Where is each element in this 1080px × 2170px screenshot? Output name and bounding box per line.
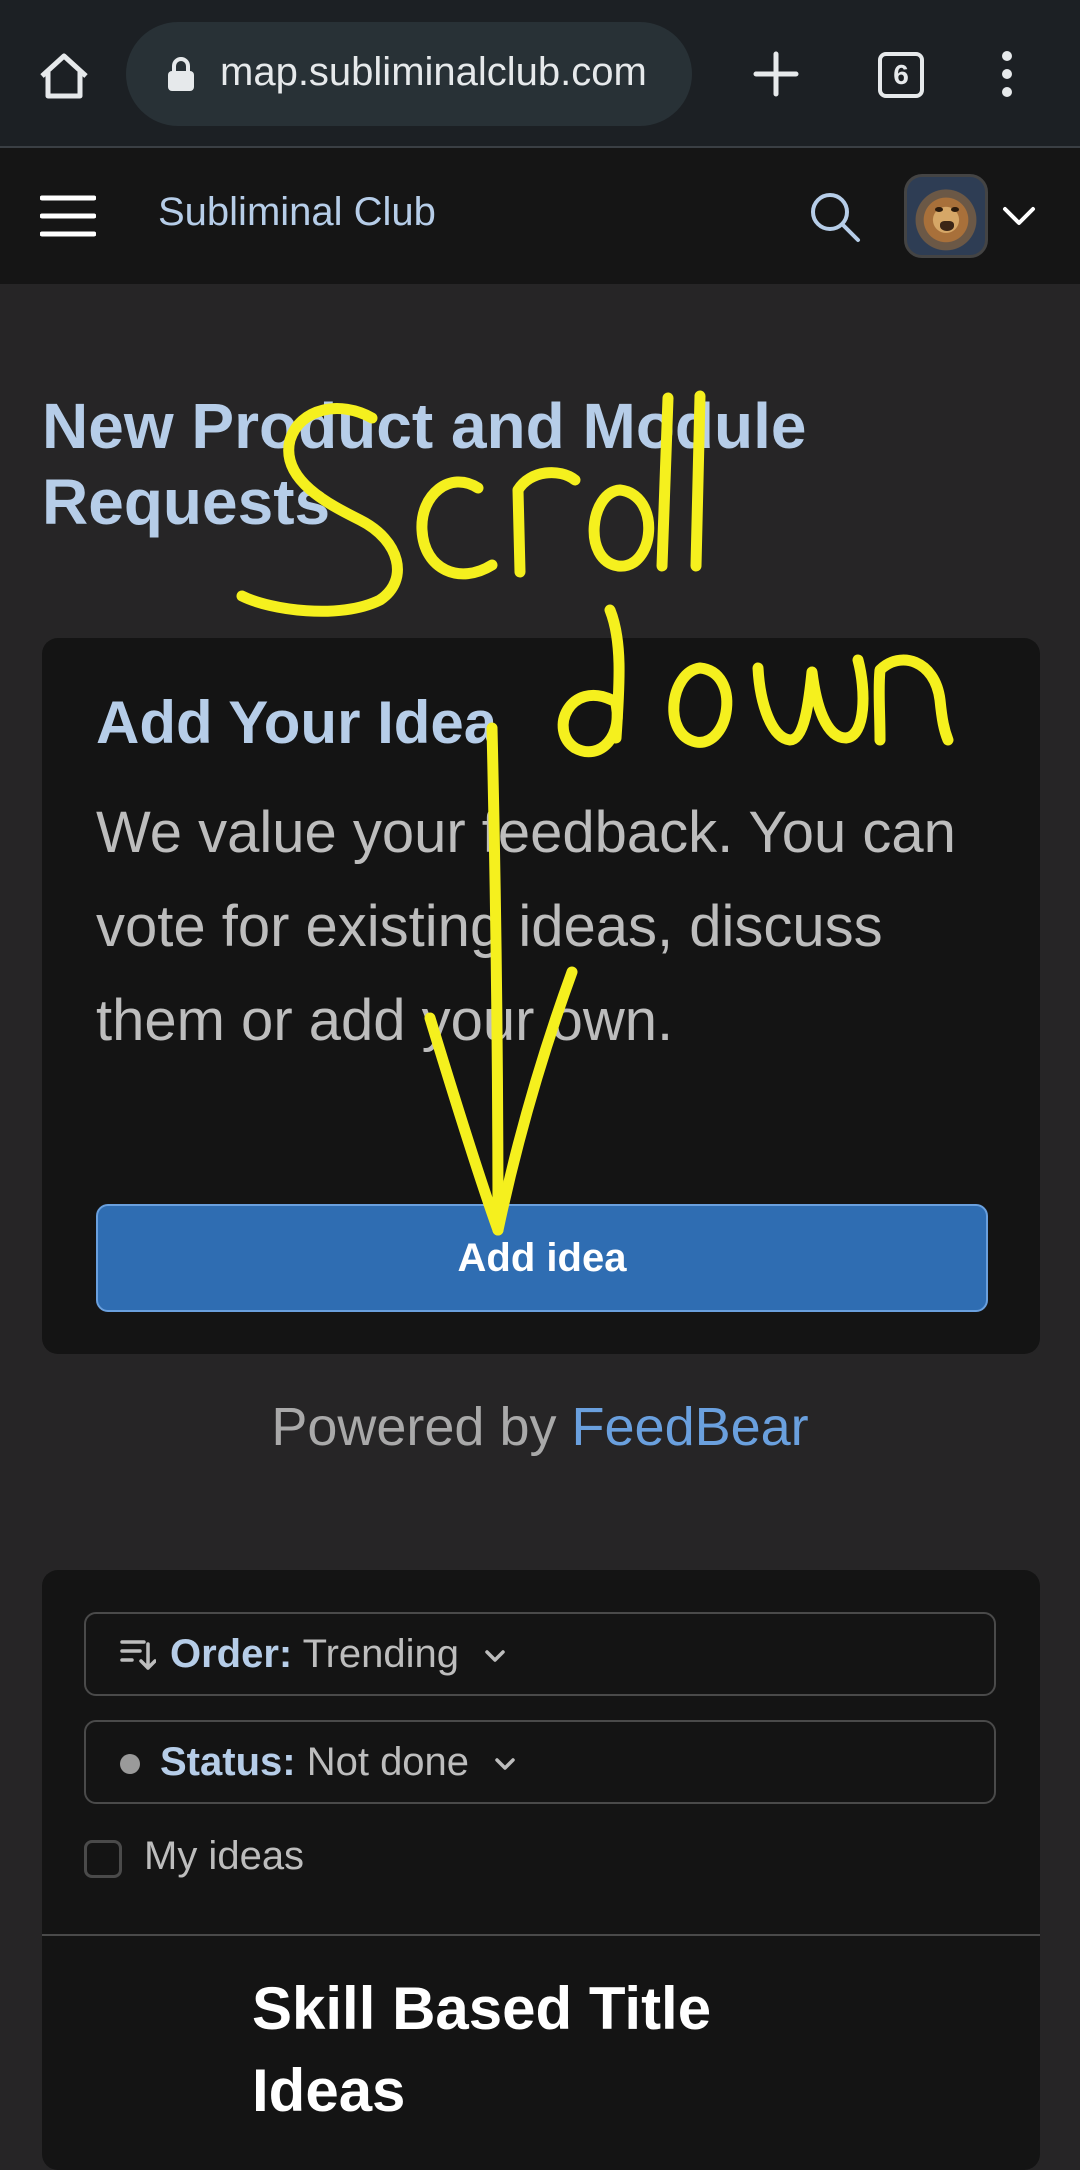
my-ideas-checkbox[interactable]	[84, 1840, 122, 1878]
status-dot-icon	[120, 1754, 140, 1774]
card-description: We value your feedback. You can vote for…	[96, 800, 956, 1053]
page-title: New Product and Module Requests	[42, 390, 807, 538]
order-label: Order:	[170, 1632, 293, 1676]
idea-title-link[interactable]: Skill Based Title Ideas	[252, 1968, 852, 2132]
new-tab-icon[interactable]	[752, 50, 800, 98]
browser-toolbar: map.subliminalclub.com 6	[0, 0, 1080, 148]
avatar-detail	[935, 207, 943, 212]
status-label: Status:	[160, 1740, 296, 1784]
powered-by: Powered by FeedBear	[0, 1396, 1080, 1458]
order-value: Trending	[302, 1632, 460, 1676]
hamburger-menu-icon[interactable]	[40, 194, 96, 238]
my-ideas-label: My ideas	[144, 1834, 305, 1878]
powered-by-text: Powered by	[271, 1397, 557, 1457]
status-dropdown[interactable]: Status: Not done	[84, 1720, 996, 1804]
user-avatar[interactable]	[904, 174, 988, 258]
add-idea-card: Add Your Idea We value your feedback. Yo…	[42, 638, 1040, 1354]
sort-icon	[120, 1640, 156, 1670]
search-icon[interactable]	[808, 190, 862, 244]
status-value: Not done	[306, 1740, 470, 1784]
site-header: Subliminal Club	[0, 148, 1080, 284]
chevron-down-icon[interactable]	[1002, 204, 1036, 228]
tab-switcher-button[interactable]: 6	[878, 52, 924, 98]
home-icon[interactable]	[38, 52, 90, 100]
avatar-detail	[951, 207, 959, 212]
ideas-list-card: Order: Trending Status: Not done My idea…	[42, 1570, 1040, 2170]
divider	[42, 1934, 1040, 1936]
card-title: Add Your Idea	[96, 689, 498, 756]
add-idea-button[interactable]: Add idea	[96, 1204, 988, 1312]
chevron-down-icon	[495, 1758, 515, 1771]
lock-icon	[168, 57, 194, 91]
order-dropdown[interactable]: Order: Trending	[84, 1612, 996, 1696]
chevron-down-icon	[485, 1650, 505, 1663]
address-bar[interactable]: map.subliminalclub.com	[126, 22, 692, 126]
feedbear-link[interactable]: FeedBear	[572, 1397, 809, 1457]
more-options-icon[interactable]	[996, 50, 1018, 98]
avatar-detail	[940, 221, 954, 231]
url-text: map.subliminalclub.com	[220, 50, 647, 94]
site-name-link[interactable]: Subliminal Club	[158, 190, 436, 235]
